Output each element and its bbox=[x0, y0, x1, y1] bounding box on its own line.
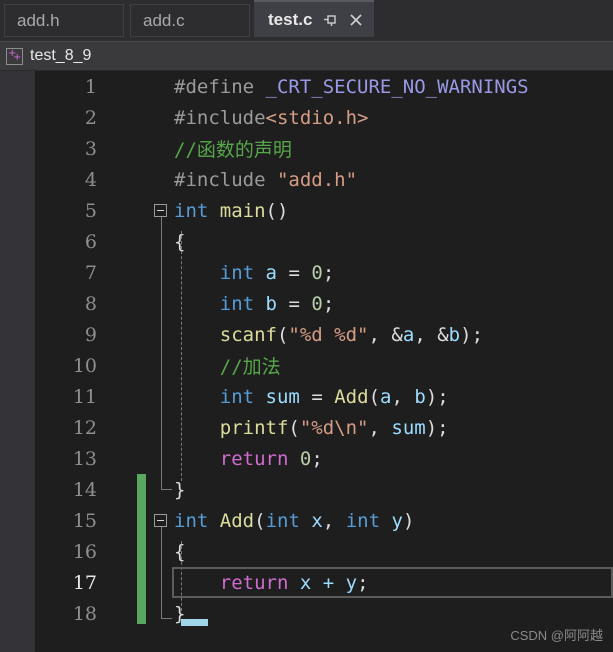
line-content: printf("%d\n", sum); bbox=[219, 416, 449, 439]
cpp-project-icon: + + bbox=[6, 47, 23, 65]
line-content: #include "add.h" bbox=[174, 168, 358, 191]
line-content: int a = 0; bbox=[219, 261, 335, 284]
line-content: return x + y; bbox=[219, 571, 369, 594]
line-content: #define _CRT_SECURE_NO_WARNINGS bbox=[174, 75, 529, 98]
line-number: 14 bbox=[72, 478, 97, 501]
code-line[interactable]: 14 } bbox=[35, 474, 613, 505]
line-number: 1 bbox=[84, 75, 97, 98]
code-line[interactable]: 15 int Add(int x, int y) bbox=[35, 505, 613, 536]
code-line[interactable]: 13 return 0; bbox=[35, 443, 613, 474]
line-content: } bbox=[174, 602, 186, 625]
tab-label: add.c bbox=[143, 11, 185, 30]
watermark: CSDN @阿阿越 bbox=[510, 628, 603, 643]
fold-toggle-main[interactable] bbox=[154, 204, 167, 217]
code-line[interactable]: 12 printf("%d\n", sum); bbox=[35, 412, 613, 443]
line-number: 8 bbox=[84, 292, 97, 315]
line-content: int sum = Add(a, b); bbox=[219, 385, 449, 408]
code-line[interactable]: 16 { bbox=[35, 536, 613, 567]
line-content: { bbox=[174, 230, 186, 253]
line-number: 11 bbox=[72, 385, 97, 408]
tab-label: test.c bbox=[268, 10, 313, 29]
line-number: 10 bbox=[72, 354, 97, 377]
code-line[interactable]: 5 int main() bbox=[35, 195, 613, 226]
line-number: 4 bbox=[84, 168, 97, 191]
code-line[interactable]: 6 { bbox=[35, 226, 613, 257]
line-number: 7 bbox=[84, 261, 97, 284]
code-line-current[interactable]: 17 return x + y; bbox=[35, 567, 613, 598]
close-icon[interactable] bbox=[348, 12, 364, 28]
line-number: 13 bbox=[72, 447, 97, 470]
line-number: 12 bbox=[72, 416, 97, 439]
editor-tab-bar: add.h add.c test.c bbox=[0, 0, 613, 41]
line-number: 16 bbox=[72, 540, 97, 563]
code-line[interactable]: 3 //函数的声明 bbox=[35, 133, 613, 164]
line-number: 18 bbox=[72, 602, 97, 625]
pin-icon[interactable] bbox=[322, 12, 338, 28]
fold-toggle-add[interactable] bbox=[154, 514, 167, 527]
tab-label: add.h bbox=[17, 11, 60, 30]
line-content: scanf("%d %d", &a, &b); bbox=[219, 323, 484, 346]
code-line[interactable]: 9 scanf("%d %d", &a, &b); bbox=[35, 319, 613, 350]
tab-test-c[interactable]: test.c bbox=[254, 0, 375, 37]
code-surface[interactable]: 1 #define _CRT_SECURE_NO_WARNINGS 2 #inc… bbox=[35, 71, 613, 652]
line-number: 6 bbox=[84, 230, 97, 253]
project-name-label: test_8_9 bbox=[30, 47, 92, 64]
line-content: //加法 bbox=[174, 356, 281, 378]
line-number: 15 bbox=[72, 509, 97, 532]
line-content: int main() bbox=[174, 199, 289, 222]
line-number: 3 bbox=[84, 137, 97, 160]
tab-add-c[interactable]: add.c bbox=[130, 4, 250, 37]
visual-studio-editor-window: add.h add.c test.c + + test_8_9 1 #defin… bbox=[0, 0, 613, 652]
selection-margin[interactable] bbox=[0, 71, 35, 652]
line-content: //函数的声明 bbox=[174, 139, 292, 161]
code-editor[interactable]: 1 #define _CRT_SECURE_NO_WARNINGS 2 #inc… bbox=[0, 71, 613, 652]
code-line[interactable]: 2 #include<stdio.h> bbox=[35, 102, 613, 133]
code-line[interactable]: 8 int b = 0; bbox=[35, 288, 613, 319]
code-line[interactable]: 7 int a = 0; bbox=[35, 257, 613, 288]
line-content: return 0; bbox=[219, 447, 323, 470]
code-line[interactable]: 4 #include "add.h" bbox=[35, 164, 613, 195]
tab-add-h[interactable]: add.h bbox=[4, 4, 124, 37]
line-content: { bbox=[174, 540, 186, 563]
line-content: } bbox=[174, 478, 186, 501]
line-content: int Add(int x, int y) bbox=[174, 509, 415, 532]
line-number: 17 bbox=[72, 571, 97, 594]
code-line[interactable]: 11 int sum = Add(a, b); bbox=[35, 381, 613, 412]
code-line[interactable]: 1 #define _CRT_SECURE_NO_WARNINGS bbox=[35, 71, 613, 102]
code-line[interactable]: 10 //加法 bbox=[35, 350, 613, 381]
line-number: 5 bbox=[84, 199, 97, 222]
line-number: 9 bbox=[84, 323, 97, 346]
line-number: 2 bbox=[84, 106, 97, 129]
line-content: int b = 0; bbox=[219, 292, 335, 315]
breadcrumb: + + test_8_9 bbox=[0, 41, 613, 71]
line-content: #include<stdio.h> bbox=[174, 106, 369, 129]
